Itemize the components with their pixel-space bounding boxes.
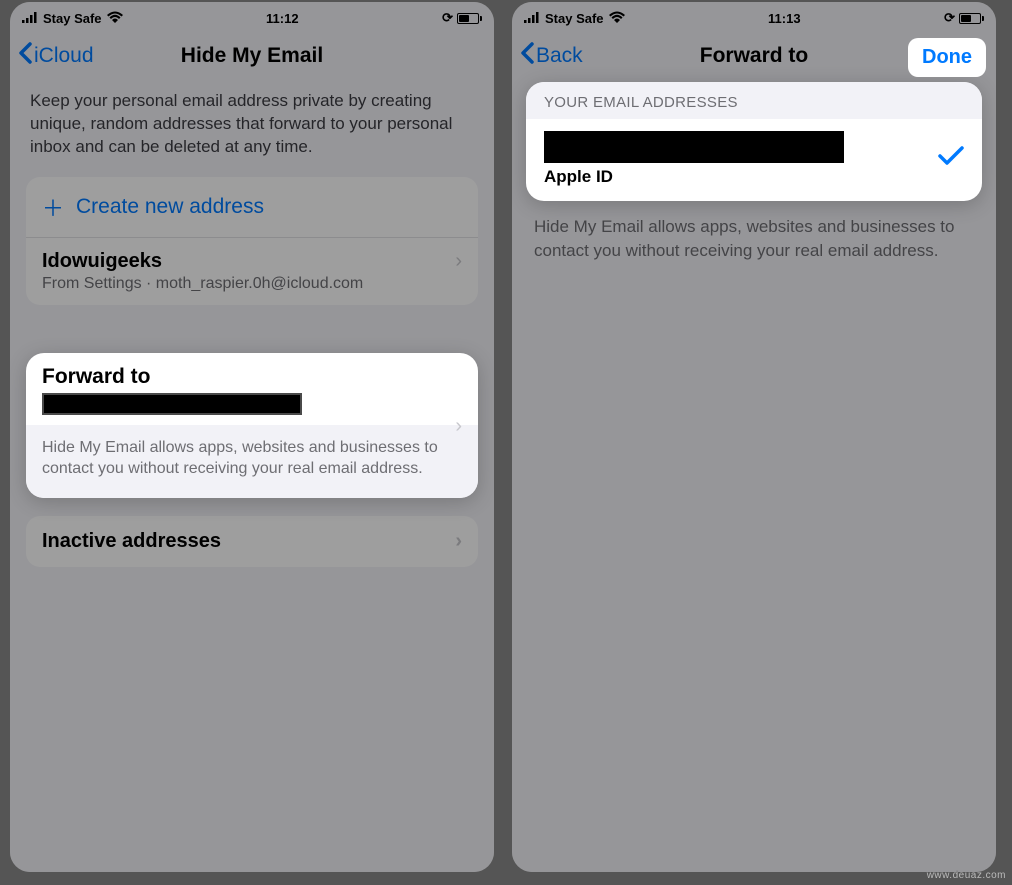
status-time: 11:12 — [266, 11, 299, 26]
address-name: Idowuigeeks — [42, 250, 162, 273]
status-bar: Stay Safe 11:13 ⟳ — [512, 2, 996, 30]
page-title: Hide My Email — [181, 44, 323, 68]
wifi-icon — [609, 11, 625, 26]
chevron-right-icon: › — [455, 530, 462, 553]
address-row[interactable]: Idowuigeeks From Settings · moth_raspier… — [26, 238, 478, 305]
carrier-label: Stay Safe — [545, 11, 604, 26]
phone-right: Stay Safe 11:13 ⟳ Back Forward to Done — [512, 2, 996, 872]
status-time: 11:13 — [768, 11, 801, 26]
create-address-button[interactable]: ＋ Create new address — [26, 177, 478, 238]
forward-to-title: Forward to — [42, 365, 462, 389]
battery-icon — [959, 13, 984, 24]
done-label: Done — [922, 46, 972, 68]
email-address-row[interactable]: Apple ID — [526, 119, 982, 201]
inactive-addresses-row[interactable]: Inactive addresses › — [26, 516, 478, 567]
forward-to-footer: Hide My Email allows apps, websites and … — [26, 425, 478, 498]
wifi-icon — [107, 11, 123, 26]
watermark: www.deuaz.com — [927, 870, 1006, 881]
status-bar: Stay Safe 11:12 ⟳ — [10, 2, 494, 30]
create-address-label: Create new address — [76, 195, 264, 219]
battery-icon — [457, 13, 482, 24]
forward-to-card: Forward to › Hide My Email allows apps, … — [26, 353, 478, 498]
carrier-label: Stay Safe — [43, 11, 102, 26]
chevron-right-icon: › — [455, 250, 462, 273]
address-subtitle: From Settings · moth_raspier.0h@icloud.c… — [42, 275, 363, 293]
redacted-email — [544, 131, 844, 163]
nav-bar: Back Forward to Done — [512, 30, 996, 82]
rotation-lock-icon: ⟳ — [442, 10, 453, 26]
chevron-left-icon — [520, 42, 534, 70]
rotation-lock-icon: ⟳ — [944, 10, 955, 26]
redacted-email — [42, 393, 302, 415]
apple-id-label: Apple ID — [544, 167, 844, 187]
back-button[interactable]: Back — [520, 42, 583, 70]
phone-left: Stay Safe 11:12 ⟳ iCloud Hide My Email K… — [10, 2, 494, 872]
checkmark-icon — [938, 145, 964, 173]
chevron-right-icon: › — [455, 415, 462, 438]
section-header: YOUR EMAIL ADDRESSES — [526, 82, 982, 119]
addresses-card: ＋ Create new address Idowuigeeks From Se… — [26, 177, 478, 305]
signal-icon — [22, 11, 38, 26]
inactive-card: Inactive addresses › — [26, 516, 478, 567]
intro-text: Keep your personal email address private… — [26, 82, 478, 177]
nav-bar: iCloud Hide My Email — [10, 30, 494, 82]
back-label: iCloud — [34, 44, 94, 68]
footer-text: Hide My Email allows apps, websites and … — [512, 201, 996, 277]
plus-icon: ＋ — [42, 191, 64, 223]
page-title: Forward to — [700, 44, 809, 68]
chevron-left-icon — [18, 42, 32, 70]
done-button[interactable]: Done — [908, 38, 986, 77]
back-label: Back — [536, 44, 583, 68]
inactive-label: Inactive addresses — [42, 530, 221, 553]
forward-to-row[interactable]: Forward to › — [26, 353, 478, 425]
email-addresses-card: YOUR EMAIL ADDRESSES Apple ID — [526, 82, 982, 201]
back-button[interactable]: iCloud — [18, 42, 94, 70]
signal-icon — [524, 11, 540, 26]
